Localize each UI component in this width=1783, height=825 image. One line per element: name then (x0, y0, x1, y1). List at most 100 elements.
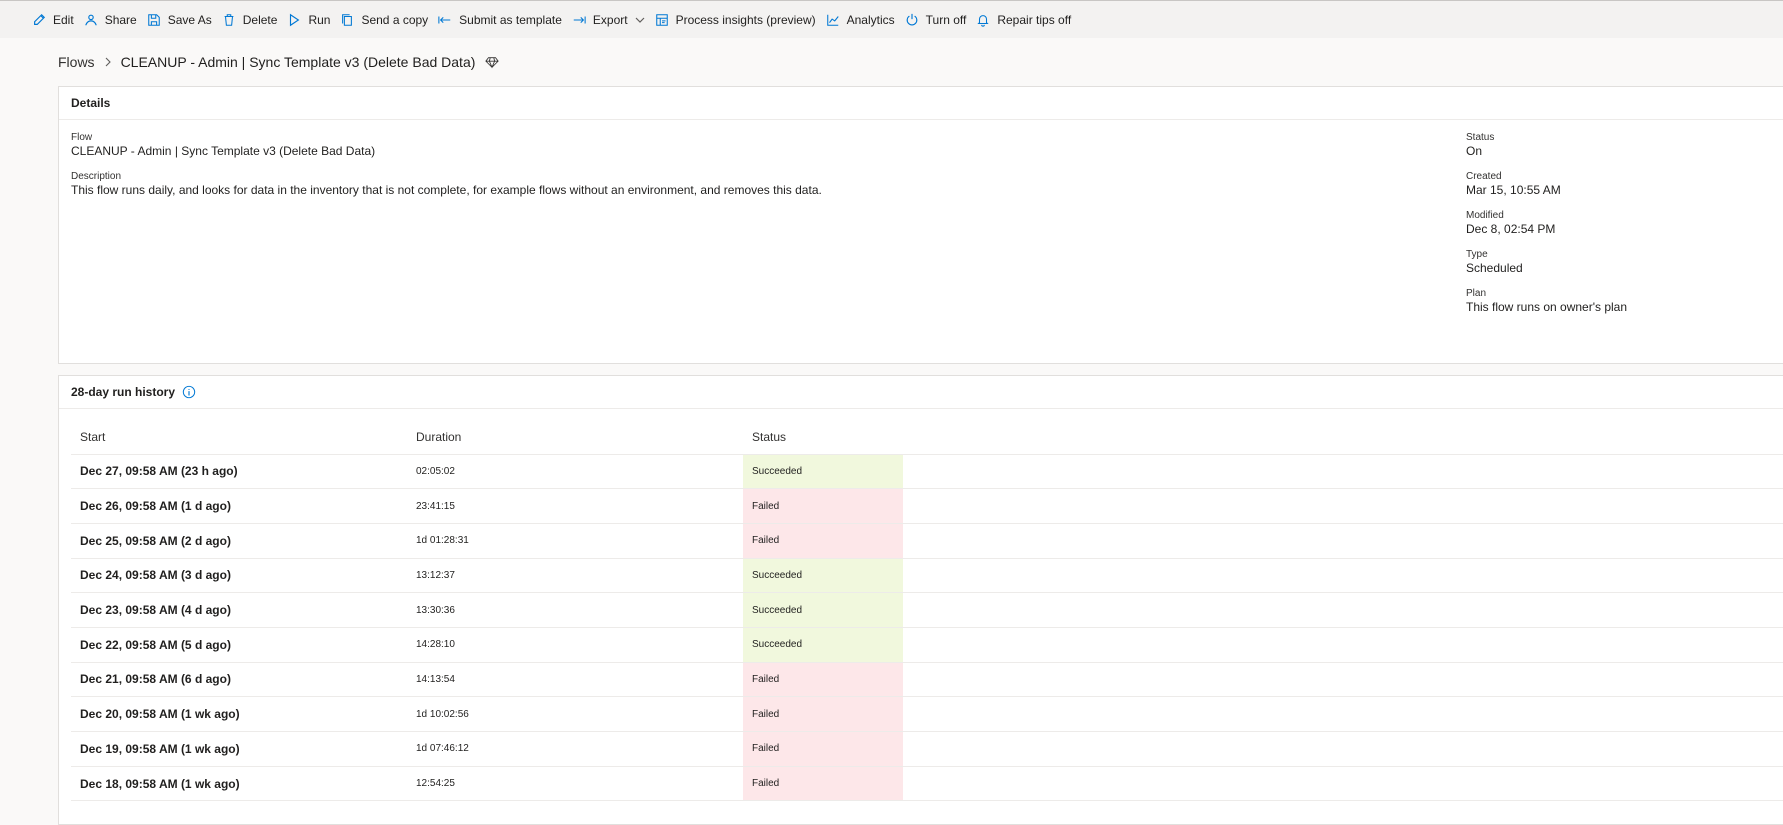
submit-template-button[interactable]: Submit as template (436, 1, 570, 39)
column-header-duration[interactable]: Duration (407, 420, 743, 455)
run-start-cell[interactable]: Dec 18, 09:58 AM (1 wk ago) (71, 766, 407, 802)
table-row[interactable]: Dec 24, 09:58 AM (3 d ago) 13:12:37 Succee… (71, 558, 1783, 594)
process-insights-icon (655, 13, 668, 26)
analytics-button[interactable]: Analytics (824, 1, 903, 39)
type-field: Type Scheduled (1466, 249, 1523, 276)
flow-field: Flow CLEANUP - Admin | Sync Template v3 … (71, 132, 375, 159)
save-as-icon (147, 13, 160, 26)
details-heading-text: Details (71, 96, 111, 110)
table-row[interactable]: Dec 23, 09:58 AM (4 d ago) 13:30:36 Succee… (71, 592, 1783, 628)
description-field: Description This flow runs daily, and lo… (71, 171, 822, 198)
row-spacer (903, 523, 1783, 559)
row-spacer (903, 488, 1783, 524)
repair-tips-button[interactable]: Repair tips off (974, 1, 1079, 39)
process-insights-button[interactable]: Process insights (preview) (653, 1, 824, 39)
send-copy-label: Send a copy (361, 12, 429, 27)
run-duration-cell: 1d 01:28:31 (407, 523, 743, 559)
run-start-cell[interactable]: Dec 21, 09:58 AM (6 d ago) (71, 662, 407, 698)
share-label: Share (104, 12, 137, 27)
run-history-table: Start Duration Status Dec 27, 09:58 AM (… (71, 420, 1783, 802)
breadcrumb: Flows CLEANUP - Admin | Sync Template v3… (58, 52, 500, 72)
submit-template-icon (438, 16, 451, 23)
column-header-spacer (903, 420, 1783, 455)
submit-template-label: Submit as template (459, 12, 562, 27)
delete-button[interactable]: Delete (220, 1, 286, 39)
run-duration-cell: 1d 10:02:56 (407, 696, 743, 732)
edit-button[interactable]: Edit (30, 1, 82, 39)
run-start-cell[interactable]: Dec 25, 09:58 AM (2 d ago) (71, 523, 407, 559)
process-insights-label: Process insights (preview) (675, 12, 816, 27)
table-row[interactable]: Dec 25, 09:58 AM (2 d ago) 1d 01:28:31 Fai… (71, 523, 1783, 559)
table-row[interactable]: Dec 21, 09:58 AM (6 d ago) 14:13:54 Failed (71, 662, 1783, 698)
run-status-badge: Succeeded (743, 592, 903, 628)
run-label: Run (308, 12, 331, 27)
table-row[interactable]: Dec 26, 09:58 AM (1 d ago) 23:41:15 Failed (71, 488, 1783, 524)
run-status-badge: Failed (743, 731, 903, 767)
modified-value: Dec 8, 02:54 PM (1466, 222, 1556, 236)
bell-icon (977, 14, 989, 27)
turn-off-label: Turn off (925, 12, 967, 27)
export-label: Export (592, 12, 628, 27)
share-icon (84, 14, 97, 25)
run-status-badge: Succeeded (743, 558, 903, 594)
run-start-cell[interactable]: Dec 23, 09:58 AM (4 d ago) (71, 592, 407, 628)
table-row[interactable]: Dec 19, 09:58 AM (1 wk ago) 1d 07:46:12 Fa… (71, 731, 1783, 767)
run-start-cell[interactable]: Dec 20, 09:58 AM (1 wk ago) (71, 696, 407, 732)
status-value: On (1466, 144, 1483, 158)
details-card: Details Flow CLEANUP - Admin | Sync Temp… (58, 86, 1783, 364)
edit-label: Edit (53, 12, 74, 27)
run-duration-cell: 02:05:02 (407, 454, 743, 490)
table-row[interactable]: Dec 27, 09:58 AM (23 h ago) 02:05:02 Succe… (71, 454, 1783, 490)
premium-diamond-icon (485, 57, 500, 69)
power-icon (906, 13, 918, 25)
run-history-heading: 28-day run history (59, 376, 1783, 409)
run-history-heading-text: 28-day run history (71, 385, 176, 399)
repair-tips-label: Repair tips off (997, 12, 1072, 27)
column-header-status[interactable]: Status (743, 420, 903, 455)
share-button[interactable]: Share (82, 1, 145, 39)
row-spacer (903, 454, 1783, 490)
row-spacer (903, 731, 1783, 767)
run-start-cell[interactable]: Dec 26, 09:58 AM (1 d ago) (71, 488, 407, 524)
run-start-cell[interactable]: Dec 24, 09:58 AM (3 d ago) (71, 558, 407, 594)
edit-icon (34, 13, 46, 25)
type-value: Scheduled (1466, 261, 1523, 275)
send-copy-button[interactable]: Send a copy (338, 1, 436, 39)
run-start-cell[interactable]: Dec 22, 09:58 AM (5 d ago) (71, 627, 407, 663)
status-label: Status (1466, 132, 1495, 143)
info-icon[interactable] (182, 385, 196, 399)
description-value: This flow runs daily, and looks for data… (71, 183, 822, 197)
flow-label: Flow (71, 132, 93, 143)
run-duration-cell: 14:13:54 (407, 662, 743, 698)
plan-field: Plan This flow runs on owner's plan (1466, 288, 1627, 315)
table-row[interactable]: Dec 22, 09:58 AM (5 d ago) 14:28:10 Succee… (71, 627, 1783, 663)
run-start-cell[interactable]: Dec 19, 09:58 AM (1 wk ago) (71, 731, 407, 767)
row-spacer (903, 627, 1783, 663)
run-button[interactable]: Run (285, 1, 338, 39)
run-duration-cell: 1d 07:46:12 (407, 731, 743, 767)
chevron-right-icon (105, 57, 111, 67)
run-status-badge: Failed (743, 696, 903, 732)
table-row[interactable]: Dec 20, 09:58 AM (1 wk ago) 1d 10:02:56 Fa… (71, 696, 1783, 732)
turn-off-button[interactable]: Turn off (903, 1, 975, 39)
run-status-badge: Failed (743, 766, 903, 802)
chevron-down-icon (635, 17, 645, 23)
breadcrumb-flows-link[interactable]: Flows (58, 54, 95, 70)
table-row[interactable]: Dec 18, 09:58 AM (1 wk ago) 12:54:25 Faile… (71, 766, 1783, 802)
export-button[interactable]: Export (570, 1, 653, 39)
modified-label: Modified (1466, 210, 1504, 221)
column-header-start[interactable]: Start (71, 420, 407, 455)
save-as-button[interactable]: Save As (145, 1, 220, 39)
run-status-badge: Succeeded (743, 454, 903, 490)
run-icon (290, 13, 300, 26)
run-start-cell[interactable]: Dec 27, 09:58 AM (23 h ago) (71, 454, 407, 490)
modified-field: Modified Dec 8, 02:54 PM (1466, 210, 1555, 237)
plan-value: This flow runs on owner's plan (1466, 300, 1628, 314)
run-status-badge: Failed (743, 662, 903, 698)
details-heading: Details (59, 87, 1783, 120)
plan-label: Plan (1466, 288, 1487, 299)
row-spacer (903, 696, 1783, 732)
row-spacer (903, 662, 1783, 698)
page-title: CLEANUP - Admin | Sync Template v3 (Dele… (120, 54, 476, 70)
flow-value: CLEANUP - Admin | Sync Template v3 (Dele… (71, 144, 376, 158)
